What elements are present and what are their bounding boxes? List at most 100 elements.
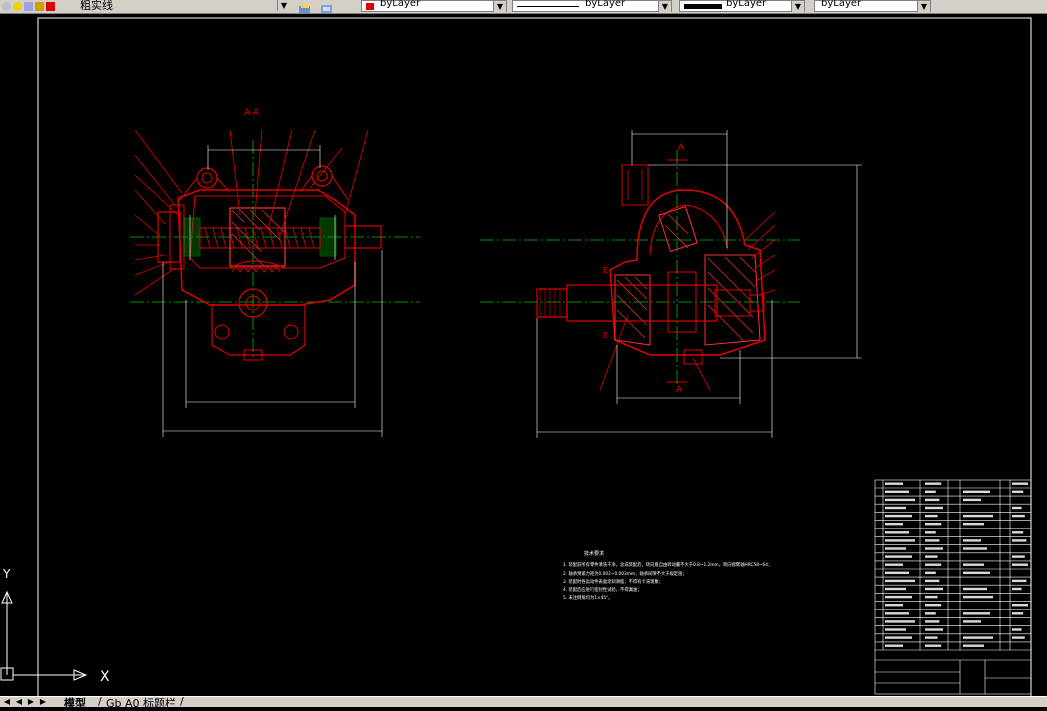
chevron-down-icon[interactable]: ▼ <box>917 1 930 12</box>
table-cell-text-mark <box>963 612 990 615</box>
table-cell-text-mark <box>963 620 981 623</box>
table-cell-text-mark <box>885 547 906 550</box>
tab-separator: / <box>98 695 102 708</box>
table-cell-text-mark <box>885 579 915 583</box>
table-cell-text-mark <box>1012 563 1028 566</box>
table-cell-text-mark <box>885 531 909 534</box>
table-cell-text-mark <box>1012 587 1022 591</box>
layer-dropdown[interactable]: ▼ <box>120 0 290 12</box>
table-cell-text-mark <box>885 636 912 639</box>
linetype-control-dropdown[interactable]: byLayer ▼ <box>512 0 672 12</box>
color-swatch-icon <box>366 3 374 10</box>
table-cell-text-mark <box>1012 604 1028 607</box>
table-cell-text-mark <box>1012 514 1025 518</box>
view-arrow-label-top: A <box>678 143 685 153</box>
table-cell-text-mark <box>963 595 993 599</box>
table-cell-text-mark <box>1012 490 1024 493</box>
layer-color-swatch-icon <box>46 2 55 11</box>
technical-requirements: 技术要求 1. 装配前所有零件清洗干净，总成装配后，转向盘自由转动量不大于0.8… <box>563 550 772 601</box>
table-cell-text-mark <box>1012 539 1027 542</box>
parts-list-fill <box>885 482 1028 647</box>
table-cell-text-mark <box>963 636 993 639</box>
table-cell-text-mark <box>963 587 987 591</box>
table-cell-text-mark <box>925 571 936 574</box>
plotstyle-control-value: byLayer <box>821 0 862 9</box>
table-cell-text-mark <box>925 612 936 615</box>
tech-req-line: 4. 装配后应进行密封性试验，不得漏油； <box>563 586 642 593</box>
table-cell-text-mark <box>925 506 943 510</box>
table-cell-text-mark <box>925 604 942 607</box>
chevron-down-icon[interactable]: ▼ <box>277 0 290 11</box>
tech-req-line: 1. 装配前所有零件清洗干净，总成装配后，转向盘自由转动量不大于0.8~1.2m… <box>563 561 772 568</box>
table-cell-text-mark <box>885 563 903 566</box>
layout-tabs-bar: ◀ ◀ ▶ ▶ 模型 / Gb A0 标题栏 / <box>0 695 1047 710</box>
table-cell-text-mark <box>925 563 942 566</box>
color-control-value: byLayer <box>380 0 421 9</box>
current-layer-name[interactable]: 粗实线 <box>80 0 113 13</box>
table-cell-text-mark <box>925 490 936 493</box>
table-cell-text-mark <box>1012 555 1025 558</box>
table-cell-text-mark <box>1012 482 1028 485</box>
layer-freeze-icon[interactable] <box>13 2 22 11</box>
view-arrow-label-bottom: A <box>676 385 683 395</box>
chevron-down-icon[interactable]: ▼ <box>791 1 804 12</box>
table-cell-text-mark <box>885 595 912 599</box>
table-cell-text-mark <box>925 644 942 647</box>
table-cell-text-mark <box>925 498 940 502</box>
table-cell-text-mark <box>963 547 987 550</box>
table-cell-text-mark <box>963 563 984 566</box>
chevron-down-icon[interactable]: ▼ <box>493 1 506 12</box>
lineweight-control-dropdown[interactable]: byLayer ▼ <box>679 0 805 12</box>
layer-viewport-icon[interactable] <box>24 2 33 11</box>
table-cell-text-mark <box>925 579 940 583</box>
table-cell-text-mark <box>885 514 912 518</box>
table-cell-text-mark <box>925 547 943 550</box>
ucs-icon <box>0 590 88 681</box>
table-cell-text-mark <box>885 612 909 615</box>
table-cell-text-mark <box>963 571 990 574</box>
linetype-sample-icon <box>517 6 579 7</box>
lineweight-control-value: byLayer <box>726 0 767 9</box>
table-cell-text-mark <box>925 531 936 534</box>
ucs-y-label: Y <box>2 567 11 581</box>
layer-on-icon[interactable] <box>2 2 11 11</box>
section-label: A-A <box>244 108 260 118</box>
color-control-dropdown[interactable]: byLayer ▼ <box>361 0 507 12</box>
properties-toolbar: 粗实线 ▼ byLayer ▼ byLayer ▼ byLayer ▼ byLa… <box>0 0 1047 14</box>
table-cell-text-mark <box>963 644 984 647</box>
lineweight-sample-icon <box>684 4 722 9</box>
layer-previous-icon[interactable] <box>320 0 334 13</box>
drawing-border <box>37 17 1032 699</box>
table-cell-text-mark <box>885 523 903 526</box>
plotstyle-control-dropdown[interactable]: byLayer ▼ <box>814 0 931 12</box>
chevron-down-icon[interactable]: ▼ <box>658 1 671 12</box>
model-space-canvas[interactable]: A-A A A E E 技术要求 1. 装配前所有零件清洗干净，总成装配后，转向… <box>0 14 1047 699</box>
tab-model[interactable]: 模型 <box>64 695 86 711</box>
table-cell-text-mark <box>1012 531 1024 534</box>
tab-layout-gb-a0[interactable]: Gb A0 标题栏 <box>106 695 176 711</box>
table-cell-text-mark <box>885 506 906 510</box>
make-object-layer-current-icon[interactable] <box>298 0 312 13</box>
table-cell-text-mark <box>885 555 912 558</box>
table-cell-text-mark <box>963 514 993 518</box>
table-cell-text-mark <box>885 620 915 623</box>
table-cell-text-mark <box>885 571 909 574</box>
table-cell-text-mark <box>925 482 942 485</box>
tech-req-line: 2. 轴承预紧力矩为0.002~0.003mm，轴承间隙不大于规定值； <box>563 570 687 577</box>
table-cell-text-mark <box>885 644 903 647</box>
table-cell-text-mark <box>925 555 938 558</box>
table-cell-text-mark <box>885 482 903 485</box>
layer-lock-icon[interactable] <box>35 2 44 11</box>
table-cell-text-mark <box>925 514 938 518</box>
table-cell-text-mark <box>1012 506 1022 510</box>
tab-separator: / <box>180 695 184 708</box>
table-cell-text-mark <box>963 498 981 502</box>
cut-mark-e-upper: E <box>603 266 608 275</box>
table-cell-text-mark <box>885 539 915 542</box>
table-cell-text-mark <box>1012 636 1025 639</box>
table-cell-text-mark <box>925 628 943 631</box>
side-view: A A E E <box>480 130 862 438</box>
table-cell-text-mark <box>963 523 984 526</box>
table-cell-text-mark <box>925 595 938 599</box>
cut-mark-e-lower: E <box>603 331 608 340</box>
